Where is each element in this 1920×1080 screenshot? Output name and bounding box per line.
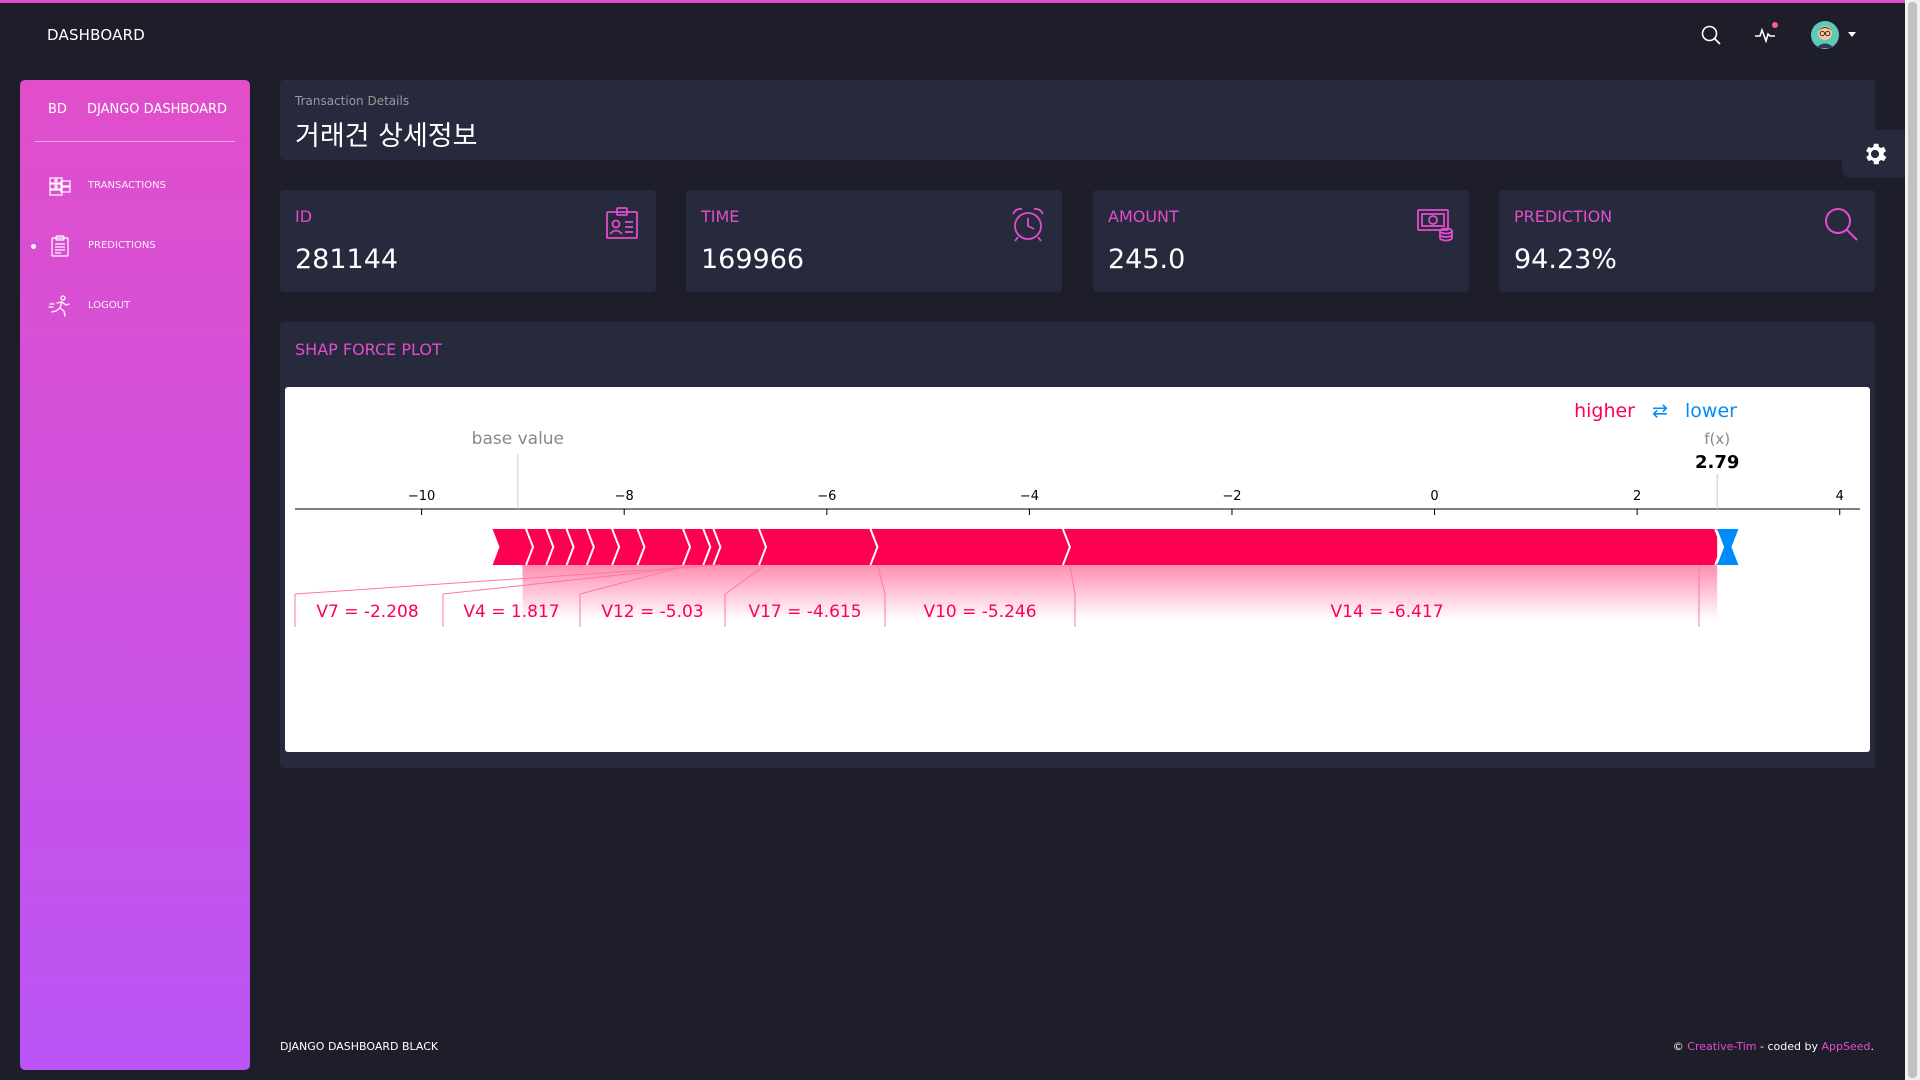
footer-brand: DJANGO DASHBOARD BLACK xyxy=(280,1040,439,1053)
x-tick-label: 2 xyxy=(1633,489,1641,504)
copyright-symbol: © xyxy=(1672,1040,1684,1053)
stat-value: 245.0 xyxy=(1108,244,1186,275)
clipboard-icon xyxy=(48,234,72,258)
x-tick-label: −10 xyxy=(408,489,435,504)
stat-label: AMOUNT xyxy=(1108,207,1179,226)
id-card-icon xyxy=(602,204,642,244)
base-value-label: base value xyxy=(472,429,564,449)
x-tick-label: −8 xyxy=(615,489,634,504)
sidebar-logo[interactable]: BD DJANGO DASHBOARD xyxy=(20,80,250,142)
feature-label: V14 = -6.417 xyxy=(1330,602,1443,622)
footer-copyright: © Creative-Tim - coded by AppSeed. xyxy=(1673,1040,1874,1053)
notification-dot xyxy=(1772,22,1778,28)
notifications-pulse-icon[interactable] xyxy=(1750,20,1780,50)
feature-label: V4 = 1.817 xyxy=(463,602,559,622)
page-title: 거래건 상세정보 xyxy=(295,121,478,152)
active-bullet xyxy=(31,244,36,249)
search-icon xyxy=(1821,204,1861,244)
scrollbar[interactable] xyxy=(1905,0,1920,1080)
x-tick-label: −2 xyxy=(1222,489,1241,504)
alarm-clock-icon xyxy=(1008,204,1048,244)
x-tick-label: 0 xyxy=(1430,489,1438,504)
stat-card-prediction: PREDICTION 94.23% xyxy=(1499,190,1875,292)
stat-label: ID xyxy=(295,207,313,226)
fx-label: f(x) xyxy=(1704,430,1730,448)
x-tick-label: 4 xyxy=(1836,489,1844,504)
creative-tim-link[interactable]: Creative-Tim xyxy=(1687,1040,1756,1053)
runner-icon xyxy=(48,294,72,318)
top-accent-line xyxy=(0,0,1920,3)
scrollbar-thumb[interactable] xyxy=(1908,2,1917,1078)
stat-value: 281144 xyxy=(295,244,399,275)
gear-icon xyxy=(1866,143,1887,165)
feature-label: V12 = -5.03 xyxy=(601,602,703,622)
sidebar-item-predictions[interactable]: PREDICTIONS xyxy=(20,226,250,266)
stat-card-id: ID 281144 xyxy=(280,190,656,292)
feature-label: V10 = -5.246 xyxy=(923,602,1036,622)
money-stack-icon xyxy=(48,174,72,198)
avatar[interactable] xyxy=(1810,20,1840,50)
stat-label: TIME xyxy=(701,207,740,226)
feature-label: V7 = -2.208 xyxy=(316,602,418,622)
force-bar-negative xyxy=(1717,529,1739,565)
feature-label: V17 = -4.615 xyxy=(748,602,861,622)
sidebar-item-transactions[interactable]: TRANSACTIONS xyxy=(20,166,250,206)
x-tick-label: −4 xyxy=(1020,489,1039,504)
shap-card: SHAP FORCE PLOT higher ⇄ lower base valu… xyxy=(280,322,1875,768)
x-tick-label: −6 xyxy=(817,489,836,504)
stat-card-amount: AMOUNT 245.0 xyxy=(1093,190,1469,292)
page-header-card: Transaction Details 거래건 상세정보 xyxy=(280,80,1875,160)
legend-arrows-icon: ⇄ xyxy=(1652,400,1668,422)
sidebar-item-label: PREDICTIONS xyxy=(88,240,156,251)
money-icon xyxy=(1415,204,1455,244)
stat-label: PREDICTION xyxy=(1514,207,1613,226)
appseed-link[interactable]: AppSeed xyxy=(1822,1040,1871,1053)
legend-higher: higher xyxy=(1574,400,1635,422)
sidebar: BD DJANGO DASHBOARD TRANSACTIONS PREDICT… xyxy=(20,80,250,1070)
sidebar-item-label: LOGOUT xyxy=(88,300,131,311)
force-bar-positive xyxy=(492,529,1718,565)
sidebar-item-label: TRANSACTIONS xyxy=(88,180,166,191)
sidebar-item-logout[interactable]: LOGOUT xyxy=(20,286,250,326)
shap-force-plot: higher ⇄ lower base value f(x) 2.79 −10 −… xyxy=(285,387,1870,752)
coded-by-text: - coded by xyxy=(1760,1040,1818,1053)
navbar-brand[interactable]: DASHBOARD xyxy=(47,26,145,44)
logo-normal[interactable]: DJANGO DASHBOARD xyxy=(87,102,227,117)
page-subtitle: Transaction Details xyxy=(295,94,410,108)
shap-title: SHAP FORCE PLOT xyxy=(295,340,442,359)
sidebar-divider xyxy=(35,141,235,142)
stat-value: 169966 xyxy=(701,244,805,275)
force-plot-svg: higher ⇄ lower base value f(x) 2.79 −10 −… xyxy=(294,400,1860,627)
chevron-down-icon[interactable] xyxy=(1848,32,1856,37)
fx-value: 2.79 xyxy=(1695,452,1739,473)
legend-lower: lower xyxy=(1685,400,1737,422)
search-icon[interactable] xyxy=(1696,20,1726,50)
stat-value: 94.23% xyxy=(1514,244,1617,275)
stat-card-time: TIME 169966 xyxy=(686,190,1062,292)
logo-mini[interactable]: BD xyxy=(48,102,67,117)
footer-period: . xyxy=(1870,1040,1875,1053)
settings-button[interactable] xyxy=(1842,130,1908,178)
